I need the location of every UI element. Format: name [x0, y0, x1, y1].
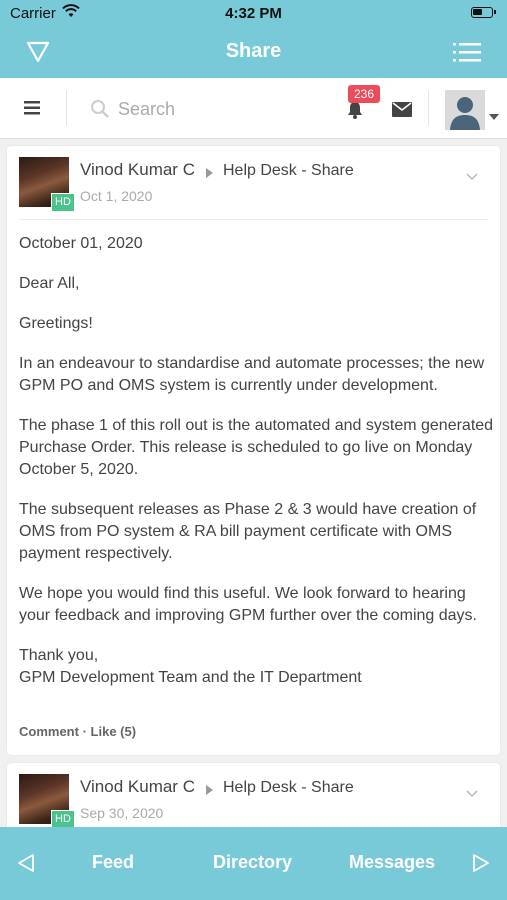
post-date: Oct 1, 2020 — [80, 188, 153, 204]
caret-right-icon — [206, 782, 213, 800]
battery-icon — [471, 7, 496, 18]
tab-feed[interactable]: Feed — [92, 852, 134, 873]
tab-messages[interactable]: Messages — [349, 852, 435, 873]
page-title: Share — [225, 40, 282, 62]
list-icon[interactable] — [453, 41, 481, 68]
divider — [428, 90, 429, 126]
post-body: October 01, 2020 Dear All, Greetings! In… — [19, 233, 495, 707]
post-card: HD Vinod Kumar C Help Desk - Share Oct 1… — [7, 146, 500, 755]
user-avatar[interactable] — [445, 90, 485, 130]
post-paragraph: Thank you, — [19, 647, 99, 664]
header-divider — [19, 219, 488, 220]
clock: 4:32 PM — [225, 5, 282, 22]
post-paragraph: We hope you would find this useful. We l… — [19, 585, 477, 624]
post-date: Sep 30, 2020 — [80, 805, 164, 821]
post-paragraph: Dear All, — [19, 275, 80, 292]
post-paragraph: In an endeavour to standardise and autom… — [19, 355, 485, 394]
comment-link[interactable]: Comment — [19, 724, 79, 739]
tab-directory[interactable]: Directory — [213, 852, 292, 873]
chevron-down-icon[interactable] — [466, 168, 478, 186]
like-link[interactable]: Like (5) — [91, 724, 137, 739]
arrow-left-icon[interactable] — [17, 854, 35, 877]
author-name[interactable]: Vinod Kumar C — [80, 160, 195, 180]
divider — [66, 90, 67, 126]
author-name[interactable]: Vinod Kumar C — [80, 777, 195, 797]
bottom-tab-bar: Feed Directory Messages — [0, 827, 507, 900]
post-paragraph: The subsequent releases as Phase 2 & 3 w… — [19, 501, 477, 562]
separator-dot: · — [82, 724, 91, 739]
nav-bar: Share — [0, 28, 507, 78]
search-input[interactable] — [118, 96, 318, 122]
post-paragraph: The phase 1 of this roll out is the auto… — [19, 417, 494, 478]
mail-icon[interactable] — [392, 102, 412, 122]
caret-down-icon[interactable] — [489, 107, 499, 125]
post-paragraph: October 01, 2020 — [19, 235, 143, 252]
chevron-down-icon[interactable] — [466, 785, 478, 803]
arrow-right-icon[interactable] — [472, 854, 490, 877]
notification-count-badge[interactable]: 236 — [348, 85, 381, 103]
post-paragraph: GPM Development Team and the IT Departme… — [19, 669, 362, 686]
bell-icon[interactable] — [346, 100, 364, 125]
toolbar: 236 — [0, 78, 507, 139]
search-icon — [90, 99, 110, 124]
group-name[interactable]: Help Desk - Share — [223, 779, 354, 797]
group-name[interactable]: Help Desk - Share — [223, 162, 354, 180]
caret-right-icon — [206, 165, 213, 183]
group-badge: HD — [51, 193, 75, 212]
post-paragraph: Greetings! — [19, 315, 93, 332]
post-actions: Comment · Like (5) — [19, 724, 136, 739]
status-bar: Carrier 4:32 PM — [0, 0, 507, 28]
hamburger-menu-icon[interactable] — [24, 100, 42, 121]
